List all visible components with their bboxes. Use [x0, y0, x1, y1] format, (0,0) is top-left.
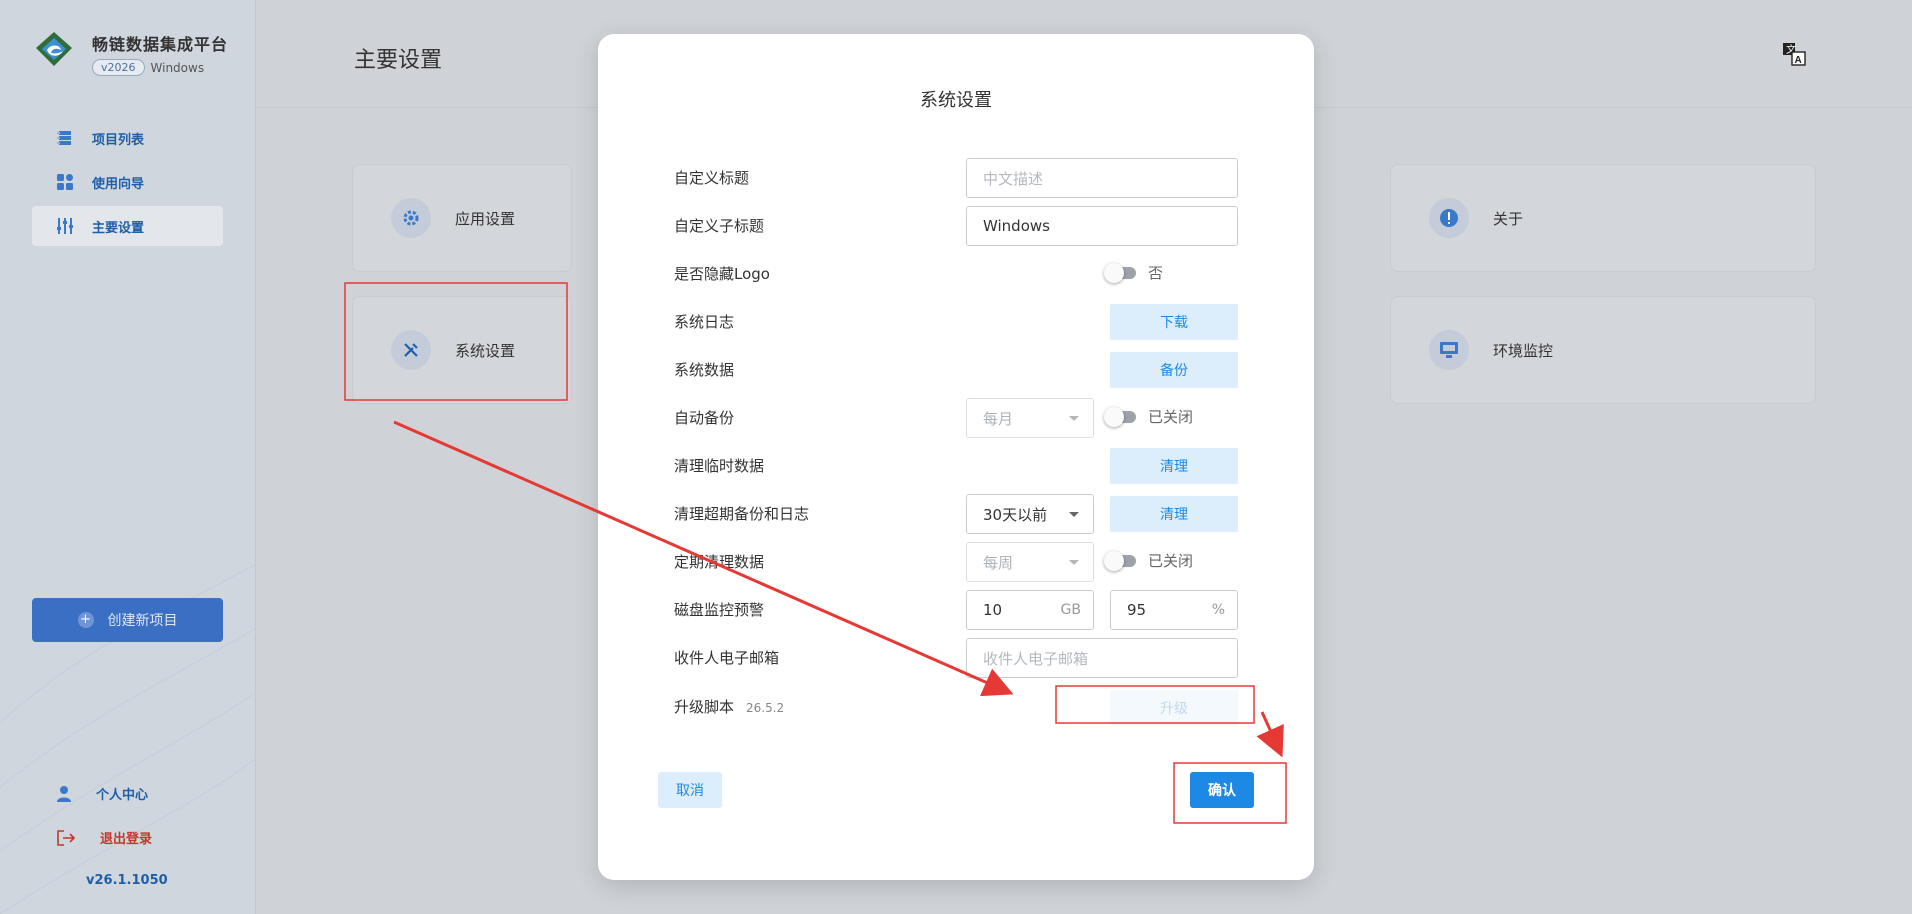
create-project-button[interactable]: + 创建新项目 — [32, 598, 223, 642]
card-label: 关于 — [1493, 209, 1524, 228]
disk-percent-value: 95 — [1127, 601, 1147, 619]
create-project-label: 创建新项目 — [107, 613, 178, 629]
periodic-clean-select[interactable]: 每周 — [966, 542, 1094, 582]
version-badge: v2026 — [92, 59, 145, 76]
dialog-title: 系统设置 — [920, 90, 992, 111]
sidebar-item-label: 项目列表 — [92, 132, 145, 148]
card-label: 环境监控 — [1493, 341, 1554, 360]
brand: 畅链数据集成平台 v2026 Windows — [30, 26, 228, 76]
custom-subtitle-input[interactable]: Windows — [966, 206, 1238, 246]
chevron-down-icon — [1069, 416, 1079, 421]
sidebar-item-label: 主要设置 — [92, 220, 145, 236]
logout-link[interactable]: 退出登录 — [56, 828, 152, 847]
periodic-clean-toggle[interactable]: 已关闭 — [1104, 550, 1194, 571]
hide-logo-state: 否 — [1148, 264, 1164, 282]
upgrade-button[interactable]: 升级 — [1110, 690, 1238, 726]
system-log-label: 系统日志 — [674, 313, 735, 331]
sliders-icon — [57, 218, 73, 234]
grid-icon — [57, 174, 73, 190]
upgrade-script-label: 升级脚本 26.5.2 — [674, 696, 784, 717]
logout-icon — [57, 829, 76, 846]
recipient-email-label: 收件人电子邮箱 — [674, 649, 780, 667]
list-icon — [57, 131, 71, 145]
gb-unit: GB — [1060, 602, 1081, 618]
periodic-clean-state: 已关闭 — [1148, 552, 1194, 570]
profile-link[interactable]: 个人中心 — [56, 784, 148, 803]
card-about[interactable]: 关于 — [1390, 164, 1816, 272]
svg-text:A: A — [1795, 55, 1802, 66]
disk-percent-input[interactable]: 95% — [1110, 590, 1238, 630]
download-log-button[interactable]: 下载 — [1110, 304, 1238, 340]
hide-logo-toggle[interactable]: 否 — [1104, 262, 1164, 283]
periodic-clean-label: 定期清理数据 — [674, 553, 765, 571]
sidebar-item-main-settings[interactable]: 主要设置 — [32, 206, 223, 246]
info-icon — [1429, 198, 1469, 238]
card-system-settings[interactable]: 系统设置 — [352, 296, 572, 404]
monitor-icon — [1429, 330, 1469, 370]
hide-logo-label: 是否隐藏Logo — [674, 265, 770, 283]
disk-alert-label: 磁盘监控预警 — [674, 601, 765, 619]
profile-label: 个人中心 — [96, 788, 149, 803]
clean-temp-button[interactable]: 清理 — [1110, 448, 1238, 484]
disk-gb-value: 10 — [983, 601, 1003, 619]
auto-backup-label: 自动备份 — [674, 409, 735, 427]
logout-label: 退出登录 — [100, 832, 153, 847]
card-env-monitor[interactable]: 环境监控 — [1390, 296, 1816, 404]
auto-backup-select[interactable]: 每月 — [966, 398, 1094, 438]
disk-gb-input[interactable]: 10 GB — [966, 590, 1094, 630]
sidebar: 畅链数据集成平台 v2026 Windows 项目列表 使用向导 主要设置 + … — [0, 0, 256, 914]
gear-icon — [391, 198, 431, 238]
clean-expired-label: 清理超期备份和日志 — [674, 505, 810, 523]
system-settings-dialog: 系统设置 自定义标题 中文描述 自定义子标题 Windows 是否隐藏Logo … — [598, 34, 1314, 880]
card-app-settings[interactable]: 应用设置 — [352, 164, 572, 272]
cancel-button[interactable]: 取消 — [658, 772, 722, 808]
system-data-label: 系统数据 — [674, 361, 735, 379]
brand-logo-icon — [36, 32, 72, 66]
app-version: v26.1.1050 — [86, 873, 168, 888]
select-value: 每月 — [983, 409, 1014, 428]
chevron-down-icon — [1069, 560, 1079, 565]
sidebar-nav: 项目列表 使用向导 主要设置 — [32, 118, 223, 250]
user-icon — [57, 785, 71, 802]
auto-backup-toggle[interactable]: 已关闭 — [1104, 406, 1194, 427]
clean-temp-label: 清理临时数据 — [674, 457, 765, 475]
translate-icon[interactable]: 文 A — [1782, 42, 1806, 66]
custom-title-input[interactable]: 中文描述 — [966, 158, 1238, 198]
os-label: Windows — [150, 60, 205, 75]
select-value: 每周 — [983, 553, 1014, 572]
custom-title-label: 自定义标题 — [674, 169, 750, 187]
card-label: 应用设置 — [455, 209, 516, 228]
recipient-email-input[interactable]: 收件人电子邮箱 — [966, 638, 1238, 678]
upgrade-script-text: 升级脚本 — [674, 698, 735, 716]
clean-expired-button[interactable]: 清理 — [1110, 496, 1238, 532]
sidebar-item-project-list[interactable]: 项目列表 — [32, 118, 223, 158]
chevron-down-icon — [1069, 512, 1079, 517]
tools-icon — [391, 330, 431, 370]
upgrade-script-version: 26.5.2 — [746, 701, 785, 715]
confirm-button[interactable]: 确认 — [1190, 772, 1254, 808]
percent-unit: % — [1211, 602, 1225, 618]
auto-backup-state: 已关闭 — [1148, 408, 1194, 426]
custom-subtitle-label: 自定义子标题 — [674, 217, 765, 235]
backup-data-button[interactable]: 备份 — [1110, 352, 1238, 388]
sidebar-item-label: 使用向导 — [92, 176, 145, 192]
sidebar-item-guide[interactable]: 使用向导 — [32, 162, 223, 202]
plus-icon: + — [77, 612, 94, 628]
page-title: 主要设置 — [354, 48, 443, 73]
select-value: 30天以前 — [983, 505, 1048, 524]
clean-expired-select[interactable]: 30天以前 — [966, 494, 1094, 534]
brand-name: 畅链数据集成平台 — [92, 35, 229, 54]
card-label: 系统设置 — [455, 341, 516, 360]
